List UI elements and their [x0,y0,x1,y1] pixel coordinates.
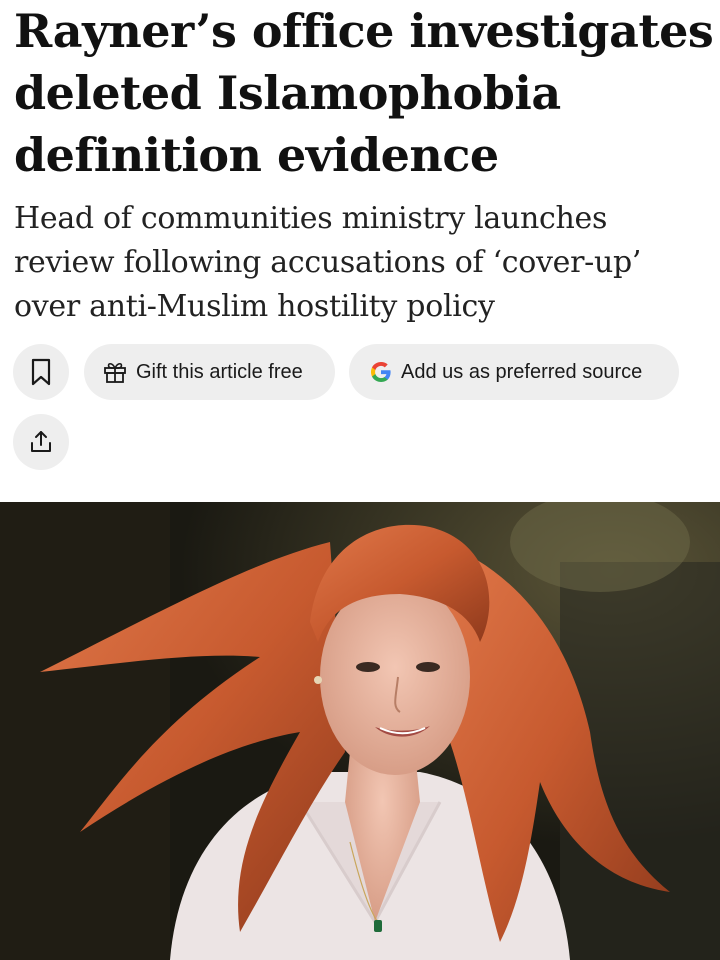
bookmark-icon [31,358,51,386]
gift-article-label: Gift this article free [136,360,303,383]
photo-of-woman-with-red-hair [0,502,720,960]
article-standfirst: Head of communities ministry launches re… [14,201,642,324]
hero-image [0,502,720,960]
share-button[interactable] [13,414,69,470]
article-headline: Rayner’s office investigates deleted Isl… [14,4,714,182]
preferred-source-button[interactable]: Add us as preferred source [349,344,679,400]
gift-icon [102,359,128,385]
preferred-source-label: Add us as preferred source [401,360,643,383]
gift-article-button[interactable]: Gift this article free [84,344,335,400]
google-g-icon [369,360,393,384]
share-icon [31,431,51,452]
bookmark-button[interactable] [13,344,69,400]
